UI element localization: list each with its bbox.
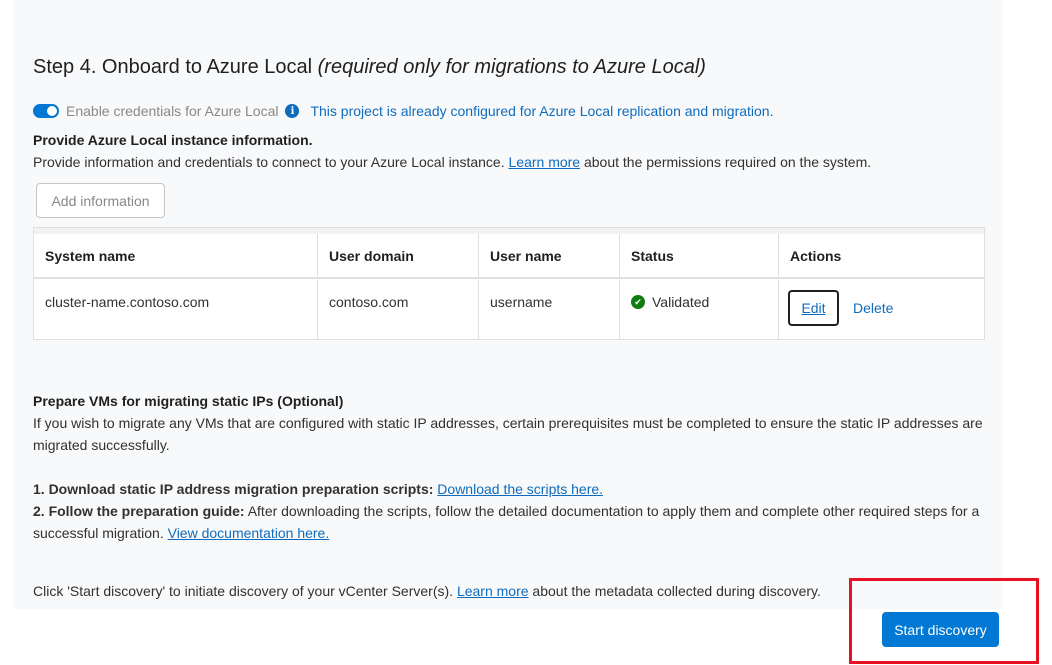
column-header-user-domain: User domain bbox=[318, 234, 479, 277]
step-title-text: Step 4. Onboard to Azure Local bbox=[33, 56, 318, 78]
actions-cell: Edit Delete bbox=[779, 280, 984, 340]
step-title: Step 4. Onboard to Azure Local (required… bbox=[33, 56, 706, 79]
static-ips-heading: Prepare VMs for migrating static IPs (Op… bbox=[33, 393, 344, 409]
status-text: Validated bbox=[652, 294, 710, 310]
instance-info-text: Provide information and credentials to c… bbox=[33, 151, 871, 173]
user-domain-cell: contoso.com bbox=[318, 280, 479, 340]
view-documentation-link[interactable]: View documentation here. bbox=[168, 525, 330, 541]
step2-label: 2. Follow the preparation guide: bbox=[33, 503, 245, 519]
credentials-toggle-switch[interactable] bbox=[33, 104, 59, 118]
credentials-toggle-row: Enable credentials for Azure Local i Thi… bbox=[33, 102, 774, 120]
edit-button[interactable]: Edit bbox=[788, 290, 839, 326]
column-header-user-name: User name bbox=[479, 234, 620, 277]
column-header-status: Status bbox=[620, 234, 779, 277]
info-icon: i bbox=[285, 104, 300, 118]
credentials-toggle-label: Enable credentials for Azure Local bbox=[66, 103, 279, 119]
info-message: This project is already configured for A… bbox=[310, 103, 774, 119]
user-name-cell: username bbox=[479, 280, 620, 340]
system-name-cell: cluster-name.contoso.com bbox=[34, 280, 318, 340]
step-title-qualifier: (required only for migrations to Azure L… bbox=[317, 56, 706, 78]
status-cell: ✔ Validated bbox=[620, 280, 779, 340]
systems-table: System name User domain User name Status… bbox=[33, 227, 985, 340]
table-header-row: System name User domain User name Status… bbox=[34, 234, 984, 279]
delete-link[interactable]: Delete bbox=[853, 300, 893, 316]
step1-label: 1. Download static IP address migration … bbox=[33, 481, 434, 497]
static-ips-step1: 1. Download static IP address migration … bbox=[33, 478, 603, 500]
static-ips-description: If you wish to migrate any VMs that are … bbox=[33, 415, 983, 453]
learn-more-metadata-link[interactable]: Learn more bbox=[457, 583, 529, 599]
instance-info-text-before: Provide information and credentials to c… bbox=[33, 154, 509, 170]
static-ips-step2: 2. Follow the preparation guide: After d… bbox=[33, 500, 993, 544]
learn-more-permissions-link[interactable]: Learn more bbox=[509, 154, 581, 170]
table-row: cluster-name.contoso.com contoso.com use… bbox=[34, 280, 984, 340]
discovery-text-before: Click 'Start discovery' to initiate disc… bbox=[33, 583, 457, 599]
start-discovery-button[interactable]: Start discovery bbox=[882, 612, 999, 647]
download-scripts-link[interactable]: Download the scripts here. bbox=[437, 481, 603, 497]
validated-check-icon: ✔ bbox=[631, 295, 645, 309]
discovery-text: Click 'Start discovery' to initiate disc… bbox=[33, 580, 821, 602]
discovery-text-after: about the metadata collected during disc… bbox=[528, 583, 821, 599]
column-header-system-name: System name bbox=[34, 234, 318, 277]
instance-info-text-after: about the permissions required on the sy… bbox=[580, 154, 872, 170]
add-information-button[interactable]: Add information bbox=[36, 183, 165, 218]
instance-info-heading: Provide Azure Local instance information… bbox=[33, 132, 313, 148]
column-header-actions: Actions bbox=[790, 247, 842, 264]
